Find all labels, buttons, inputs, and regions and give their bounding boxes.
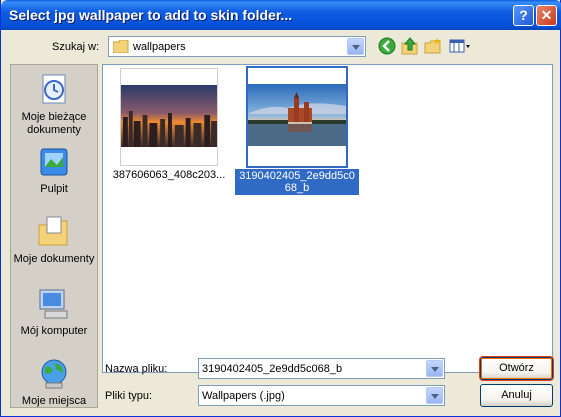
file-list[interactable]: 387606063_408c203... 3190402405_2e9dd5c0… xyxy=(102,64,553,373)
network-places-icon xyxy=(41,359,67,389)
help-button[interactable]: ? xyxy=(513,5,534,26)
title-bar[interactable]: Select jpg wallpaper to add to skin fold… xyxy=(1,0,561,30)
look-in-combo[interactable]: wallpapers xyxy=(108,36,366,57)
file-name[interactable]: 387606063_408c203... xyxy=(111,169,227,181)
place-my-documents[interactable]: Moje dokumenty xyxy=(11,215,97,266)
place-label: Moje miejsca xyxy=(21,395,87,407)
filetype-combo[interactable]: Wallpapers (.jpg) xyxy=(198,385,445,406)
chevron-down-icon[interactable] xyxy=(426,387,443,404)
filename-label: Nazwa pliku: xyxy=(105,363,168,375)
castle-lake-thumbnail xyxy=(248,84,346,146)
open-button[interactable]: Otwórz xyxy=(480,357,553,380)
place-network-places[interactable]: Moje miejsca xyxy=(11,357,97,408)
filetype-value[interactable]: Wallpapers (.jpg) xyxy=(202,390,285,402)
look-in-label: Szukaj w: xyxy=(52,41,100,53)
new-folder-icon[interactable] xyxy=(424,37,442,55)
file-name-selected[interactable]: 3190402405_2e9dd5c068_b xyxy=(235,169,359,195)
filename-combo[interactable]: 3190402405_2e9dd5c068_b xyxy=(198,358,445,379)
back-icon[interactable] xyxy=(378,37,396,55)
place-recent-documents[interactable]: Moje bieżące dokumenty xyxy=(11,73,97,137)
close-button[interactable]: ✕ xyxy=(536,5,557,26)
file-thumbnail-selected[interactable] xyxy=(246,66,348,168)
chevron-down-icon[interactable] xyxy=(347,38,364,55)
filetype-label: Pliki typu: xyxy=(105,390,153,402)
place-label: Pulpit xyxy=(40,183,68,195)
dialog-body: Szukaj w: wallpapers Moje bieżące dokume… xyxy=(4,30,557,413)
look-in-value: wallpapers xyxy=(133,41,186,53)
my-computer-icon xyxy=(39,289,68,319)
places-bar: Moje bieżące dokumenty Pulpit Moje dokum… xyxy=(10,64,98,408)
place-label: Mój komputer xyxy=(20,325,88,337)
place-label: Moje bieżące dokumenty xyxy=(21,111,87,136)
place-label: Moje dokumenty xyxy=(13,253,95,265)
cancel-button[interactable]: Anuluj xyxy=(480,384,553,407)
recent-documents-icon xyxy=(42,74,66,104)
place-desktop[interactable]: Pulpit xyxy=(11,145,97,196)
city-sunset-thumbnail xyxy=(121,85,217,147)
folder-icon xyxy=(113,40,129,53)
view-menu-icon[interactable] xyxy=(449,37,471,55)
chevron-down-icon[interactable] xyxy=(426,360,443,377)
filename-input[interactable]: 3190402405_2e9dd5c068_b xyxy=(202,363,342,375)
file-open-dialog: Select jpg wallpaper to add to skin fold… xyxy=(0,0,561,417)
dialog-title: Select jpg wallpaper to add to skin fold… xyxy=(9,7,293,23)
up-folder-icon[interactable] xyxy=(401,37,419,55)
place-my-computer[interactable]: Mój komputer xyxy=(11,287,97,338)
desktop-icon xyxy=(40,148,68,176)
my-documents-icon xyxy=(38,216,68,246)
file-thumbnail[interactable] xyxy=(120,68,218,166)
